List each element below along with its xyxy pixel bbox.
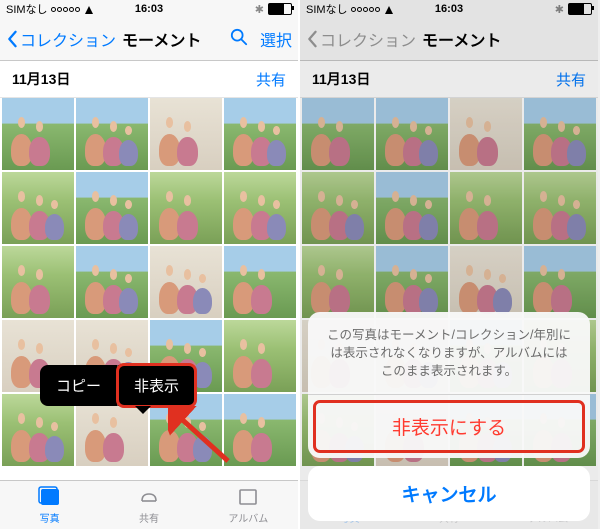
photo-thumbnail[interactable]	[2, 246, 74, 318]
carrier-text: SIMなし	[6, 1, 48, 17]
menu-tail-icon	[135, 406, 151, 414]
photo-thumbnail[interactable]	[76, 246, 148, 318]
bluetooth-icon: ✱	[255, 3, 264, 16]
tab-shared[interactable]: 共有	[99, 481, 198, 529]
tab-label: 共有	[139, 510, 159, 525]
signal-dots-icon	[51, 7, 80, 12]
photo-thumbnail[interactable]	[76, 172, 148, 244]
shared-tab-icon	[137, 486, 161, 508]
section-share-button[interactable]: 共有	[256, 69, 286, 90]
tab-label: アルバム	[228, 510, 268, 525]
select-button[interactable]: 選択	[260, 27, 292, 51]
photo-thumbnail[interactable]	[150, 172, 222, 244]
photo-thumbnail[interactable]	[150, 98, 222, 170]
albums-tab-icon	[236, 486, 260, 508]
section-date: 11月13日	[12, 69, 70, 89]
battery-icon	[268, 3, 292, 15]
photos-tab-icon	[38, 486, 62, 508]
nav-bar: コレクション モーメント 選択	[0, 18, 298, 61]
photo-thumbnail[interactable]	[224, 246, 296, 318]
photo-thumbnail[interactable]	[224, 172, 296, 244]
photo-thumbnail[interactable]	[76, 98, 148, 170]
sheet-cancel-button[interactable]: キャンセル	[308, 466, 590, 521]
section-header: 11月13日 共有	[0, 61, 298, 98]
photo-thumbnail[interactable]	[224, 98, 296, 170]
back-label: コレクション	[20, 27, 116, 51]
tab-bar: 写真 共有 アルバム	[0, 480, 298, 529]
context-menu: コピー 非表示	[40, 365, 195, 406]
nav-title: モーメント	[122, 27, 201, 51]
sheet-message: この写真はモーメント/コレクション/年別には表示されなくなりますが、アルバムには…	[308, 312, 590, 395]
tab-photos[interactable]: 写真	[0, 481, 99, 529]
chevron-left-icon	[6, 30, 18, 48]
search-button[interactable]	[230, 28, 248, 51]
annotation-arrow-icon	[168, 406, 238, 466]
action-sheet: この写真はモーメント/コレクション/年別には表示されなくなりますが、アルバムには…	[308, 312, 590, 521]
sheet-hide-button[interactable]: 非表示にする	[312, 399, 586, 454]
photo-thumbnail[interactable]	[2, 172, 74, 244]
status-bar: SIMなし 16:03 ✱	[0, 0, 298, 18]
photo-thumbnail[interactable]	[224, 320, 296, 392]
wifi-icon	[83, 4, 95, 14]
menu-copy[interactable]: コピー	[40, 365, 117, 406]
search-icon	[230, 28, 248, 46]
menu-hide[interactable]: 非表示	[118, 365, 195, 406]
photo-thumbnail[interactable]	[150, 246, 222, 318]
tab-albums[interactable]: アルバム	[199, 481, 298, 529]
photo-thumbnail[interactable]	[2, 98, 74, 170]
back-button[interactable]: コレクション	[6, 27, 116, 51]
tab-label: 写真	[40, 510, 60, 525]
